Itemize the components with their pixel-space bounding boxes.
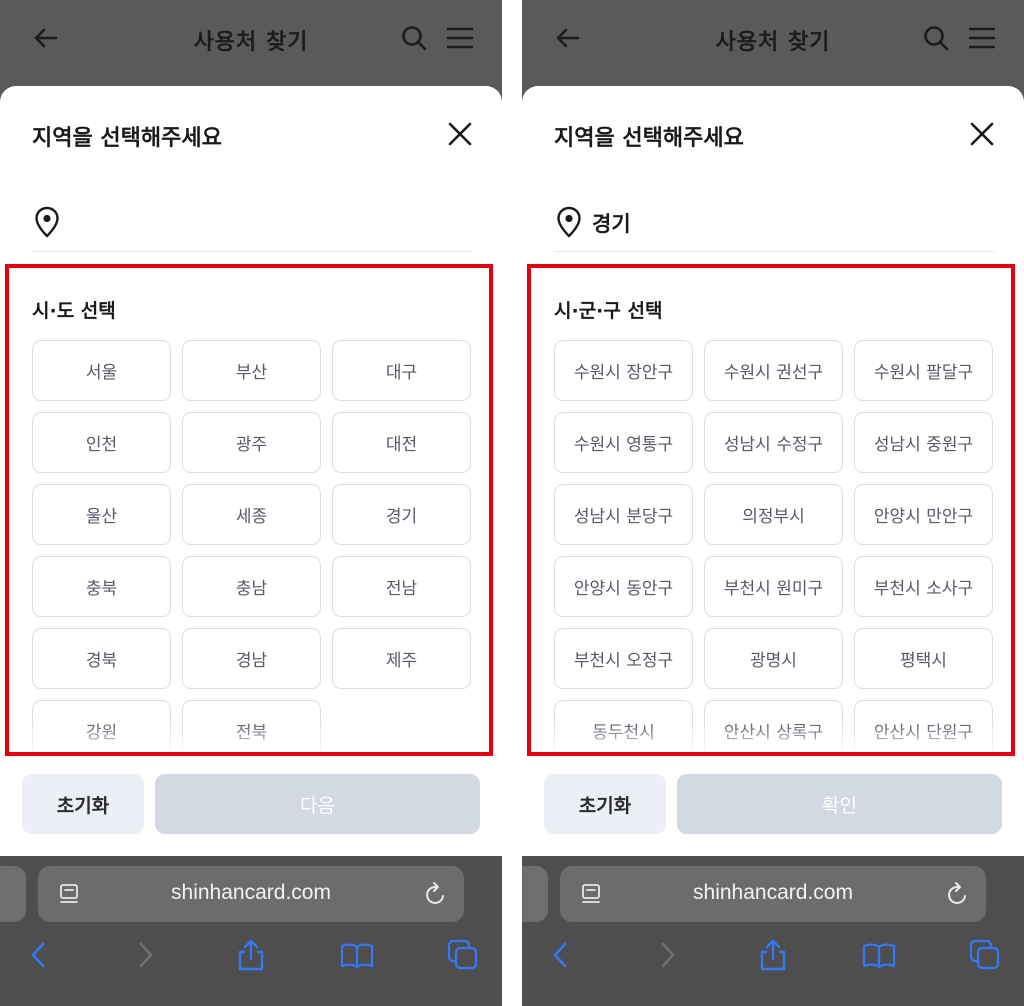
browser-chrome: shinhancard.com (522, 856, 1024, 1006)
region-chip[interactable]: 제주 (332, 628, 471, 689)
option-grid: 수원시 장안구 수원시 권선구 수원시 팔달구 수원시 영통구 성남시 수정구 … (554, 340, 994, 752)
back-chevron-icon[interactable] (544, 938, 578, 972)
district-chip[interactable]: 수원시 팔달구 (854, 340, 993, 401)
district-chip[interactable]: 성남시 분당구 (554, 484, 693, 545)
district-chip[interactable]: 수원시 권선구 (704, 340, 843, 401)
section-title: 시·도 선택 (32, 300, 116, 322)
region-chip[interactable]: 광주 (182, 412, 321, 473)
district-chip[interactable]: 수원시 영통구 (554, 412, 693, 473)
region-bottom-sheet: 지역을 선택해주세요 시·도 선택 서울 부산 대구 인천 광주 대전 울산 세… (0, 86, 502, 856)
district-chip[interactable]: 안양시 동안구 (554, 556, 693, 617)
district-chip[interactable]: 안산시 단원구 (854, 700, 993, 752)
screen-district-select: 사용처 찾기 지역을 선택해주세요 경기 시·군·구 선택 수원시 장안구 수원… (522, 0, 1024, 1006)
district-chip[interactable]: 동두천시 (554, 700, 693, 752)
back-chevron-icon[interactable] (22, 938, 56, 972)
region-chip[interactable]: 서울 (32, 340, 171, 401)
region-chip[interactable]: 울산 (32, 484, 171, 545)
forward-chevron-icon (661, 942, 675, 968)
forward-chevron-icon (139, 942, 153, 968)
region-chip[interactable]: 경기 (332, 484, 471, 545)
close-icon[interactable] (446, 120, 474, 148)
sheet-title: 지역을 선택해주세요 (32, 126, 222, 151)
region-bottom-sheet: 지역을 선택해주세요 경기 시·군·구 선택 수원시 장안구 수원시 권선구 수… (522, 86, 1024, 856)
tabs-icon[interactable] (446, 938, 480, 972)
selected-location-field: 경기 (554, 196, 994, 252)
district-chip[interactable]: 의정부시 (704, 484, 843, 545)
browser-chrome: shinhancard.com (0, 856, 502, 1006)
location-pin-icon (35, 206, 59, 238)
reload-icon[interactable] (946, 881, 970, 907)
district-chip[interactable]: 안산시 상록구 (704, 700, 843, 752)
app-header: 사용처 찾기 (522, 0, 1024, 86)
option-panel: 시·도 선택 서울 부산 대구 인천 광주 대전 울산 세종 경기 충북 충남 … (5, 264, 493, 756)
reset-button[interactable]: 초기화 (544, 774, 666, 834)
previous-tab-preview[interactable] (0, 866, 26, 922)
section-title: 시·군·구 선택 (554, 300, 663, 322)
district-chip[interactable]: 성남시 수정구 (704, 412, 843, 473)
district-chip[interactable]: 부천시 소사구 (854, 556, 993, 617)
district-chip[interactable]: 평택시 (854, 628, 993, 689)
district-chip[interactable]: 광명시 (704, 628, 843, 689)
tabs-icon[interactable] (968, 938, 1002, 972)
search-icon[interactable] (922, 24, 950, 52)
bookmarks-icon[interactable] (340, 938, 374, 972)
share-icon[interactable] (234, 938, 268, 972)
url-text: shinhancard.com (171, 881, 331, 904)
region-chip[interactable]: 대전 (332, 412, 471, 473)
selected-location-text: 경기 (592, 212, 631, 236)
district-chip[interactable]: 부천시 원미구 (704, 556, 843, 617)
selected-location-field (32, 196, 472, 252)
bookmarks-icon[interactable] (862, 938, 896, 972)
region-chip[interactable]: 충북 (32, 556, 171, 617)
address-bar[interactable]: shinhancard.com (38, 866, 464, 922)
previous-tab-preview[interactable] (522, 866, 548, 922)
menu-icon[interactable] (968, 26, 996, 50)
region-chip[interactable]: 인천 (32, 412, 171, 473)
option-panel: 시·군·구 선택 수원시 장안구 수원시 권선구 수원시 팔달구 수원시 영통구… (527, 264, 1015, 756)
district-chip[interactable]: 성남시 중원구 (854, 412, 993, 473)
screen-province-select: 사용처 찾기 지역을 선택해주세요 시·도 선택 서울 부산 대구 인천 광주 … (0, 0, 502, 1006)
region-chip[interactable]: 충남 (182, 556, 321, 617)
region-chip[interactable]: 전남 (332, 556, 471, 617)
url-text: shinhancard.com (693, 881, 853, 904)
menu-icon[interactable] (446, 26, 474, 50)
region-chip[interactable]: 강원 (32, 700, 171, 752)
district-chip[interactable]: 안양시 만안구 (854, 484, 993, 545)
region-chip[interactable]: 경남 (182, 628, 321, 689)
district-chip[interactable]: 수원시 장안구 (554, 340, 693, 401)
region-chip[interactable]: 경북 (32, 628, 171, 689)
region-chip[interactable]: 부산 (182, 340, 321, 401)
region-chip[interactable]: 세종 (182, 484, 321, 545)
share-icon[interactable] (756, 938, 790, 972)
region-chip[interactable]: 대구 (332, 340, 471, 401)
address-bar[interactable]: shinhancard.com (560, 866, 986, 922)
close-icon[interactable] (968, 120, 996, 148)
reload-icon[interactable] (424, 881, 448, 907)
location-pin-icon (557, 206, 581, 238)
region-chip[interactable]: 전북 (182, 700, 321, 752)
search-icon[interactable] (400, 24, 428, 52)
confirm-button[interactable]: 확인 (677, 774, 1002, 834)
app-header: 사용처 찾기 (0, 0, 502, 86)
next-button[interactable]: 다음 (155, 774, 480, 834)
sheet-title: 지역을 선택해주세요 (554, 126, 744, 151)
district-chip[interactable]: 부천시 오정구 (554, 628, 693, 689)
reset-button[interactable]: 초기화 (22, 774, 144, 834)
option-grid: 서울 부산 대구 인천 광주 대전 울산 세종 경기 충북 충남 전남 경북 경… (32, 340, 472, 752)
